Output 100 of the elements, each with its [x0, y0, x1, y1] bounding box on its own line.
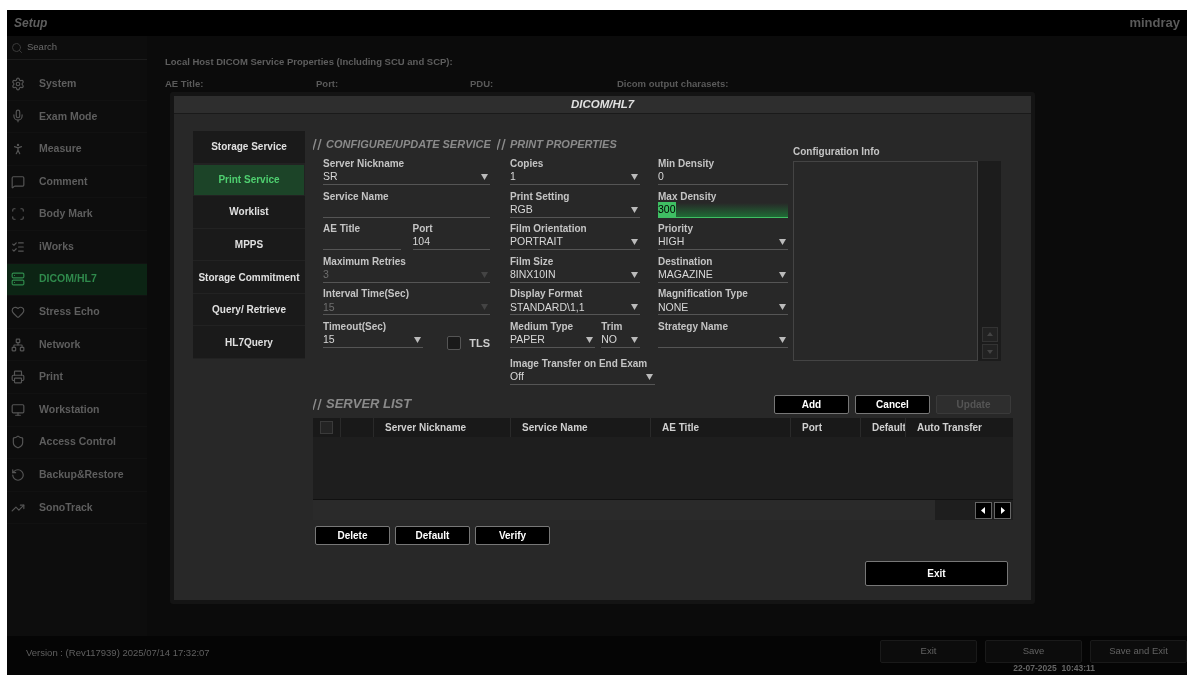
- field-label: Port: [412, 222, 434, 236]
- scan-icon: [11, 207, 25, 222]
- field-label: Min Density: [658, 157, 716, 170]
- caret-icon: [586, 336, 594, 343]
- caret-icon: [779, 336, 786, 343]
- field-label: Interval Time(Sec): [323, 287, 410, 301]
- caret-icon: [631, 271, 638, 278]
- field-label: Print Setting: [510, 189, 571, 203]
- dropdown[interactable]: 8INX10IN: [510, 267, 640, 283]
- section-heading: PRINT PROPERTIES: [510, 136, 617, 152]
- monitor-icon: [11, 402, 25, 417]
- caret-icon: [631, 206, 638, 213]
- field-label: Magnification Type: [658, 287, 749, 301]
- panel-label: Configuration Info: [793, 145, 881, 159]
- column-header: Default: [860, 418, 905, 437]
- dropdown[interactable]: NONE: [658, 300, 788, 316]
- list-icon: [11, 239, 25, 254]
- field-label: Image Transfer on End Exam: [510, 356, 649, 370]
- caret-icon: [481, 271, 488, 278]
- action-button[interactable]: Cancel: [855, 394, 930, 414]
- table-action-button[interactable]: Verify: [475, 526, 550, 545]
- logo: mindray: [1129, 14, 1180, 33]
- dropdown[interactable]: SR: [323, 170, 490, 185]
- input-field[interactable]: 0: [658, 170, 788, 185]
- server-icon: [11, 272, 25, 287]
- column-header: Server Nickname: [373, 418, 510, 437]
- slash-marks-icon: [497, 138, 506, 150]
- field-label: Medium Type: [510, 319, 575, 333]
- caret-icon: [646, 373, 653, 380]
- field-label: Max Density: [658, 189, 718, 203]
- dropdown[interactable]: Off: [510, 369, 655, 385]
- field-label: Server Nickname: [323, 157, 406, 170]
- scroll-right-icon[interactable]: [994, 501, 1011, 519]
- printer-icon: [11, 370, 25, 385]
- table-action-button[interactable]: Default: [395, 526, 470, 545]
- scroll-down-icon[interactable]: [981, 344, 998, 359]
- caret-icon: [631, 336, 638, 343]
- tab[interactable]: Print Service: [193, 163, 305, 197]
- person-icon: [11, 142, 25, 156]
- caret-icon: [414, 336, 422, 343]
- column-header: AE Title: [650, 418, 790, 437]
- scroll-left-icon[interactable]: [975, 501, 992, 519]
- field-label: AE Title: [323, 222, 362, 236]
- dialog-title: DICOM/HL7: [570, 96, 635, 112]
- field-label: Timeout(Sec): [323, 319, 388, 333]
- column-header: Service Name: [510, 418, 650, 437]
- caret-icon: [631, 304, 638, 311]
- field-label: Port:: [316, 77, 340, 92]
- comment-icon: [11, 174, 25, 189]
- field-label: Film Orientation: [510, 222, 588, 236]
- table-action-button[interactable]: Delete: [315, 526, 390, 545]
- tab[interactable]: HL7Query: [193, 326, 305, 360]
- field-label: PDU:: [470, 77, 495, 92]
- field-label: Destination: [658, 254, 714, 268]
- field-label: Film Size: [510, 254, 555, 268]
- caret-icon: [779, 304, 786, 311]
- tab[interactable]: Storage Service: [193, 131, 305, 164]
- input-field[interactable]: 104: [412, 235, 490, 251]
- rotate-icon: [11, 467, 25, 482]
- dropdown[interactable]: MAGAZINE: [658, 267, 788, 283]
- dropdown[interactable]: HIGH: [658, 235, 788, 251]
- checkbox[interactable]: [447, 336, 462, 351]
- datetime-text: 22-07-2025 10:43:11: [1013, 663, 1095, 673]
- field-label: Maximum Retries: [323, 254, 407, 268]
- slash-marks-icon: [313, 138, 322, 150]
- field-label: Service Name: [323, 189, 390, 203]
- tab[interactable]: Query/ Retrieve: [193, 293, 305, 327]
- caret-icon: [481, 174, 488, 180]
- shield-icon: [11, 435, 25, 450]
- dropdown[interactable]: PAPER: [510, 332, 596, 348]
- tab[interactable]: MPPS: [193, 228, 305, 262]
- scroll-up-icon[interactable]: [981, 327, 998, 342]
- column-header: Port: [790, 418, 860, 437]
- caret-icon: [779, 271, 786, 278]
- search-icon: [11, 41, 23, 54]
- caret-icon: [631, 174, 638, 180]
- input-field[interactable]: 300: [658, 202, 788, 218]
- dropdown[interactable]: STANDARD\1,1: [510, 300, 640, 316]
- tab[interactable]: Worklist: [193, 196, 305, 229]
- field-label: Copies: [510, 157, 545, 170]
- field-label: Priority: [658, 222, 694, 236]
- dropdown[interactable]: 15: [323, 332, 424, 348]
- section-heading: SERVER LIST: [326, 395, 412, 414]
- field-label: Dicom output charasets:: [617, 77, 729, 92]
- version-text: Version : (Rev117939) 2025/07/14 17:32:07: [26, 646, 210, 660]
- tab[interactable]: Storage Commitment: [193, 261, 305, 294]
- column-header: Auto Transfer: [905, 418, 1013, 437]
- checkbox-label: TLS: [469, 336, 490, 351]
- action-button[interactable]: Add: [774, 394, 849, 414]
- section-heading: CONFIGURE/UPDATE SERVICE: [326, 136, 491, 152]
- sidebar-item[interactable]: DICOM/HL7: [7, 263, 147, 297]
- dropdown[interactable]: NO: [601, 332, 640, 348]
- dropdown[interactable]: RGB: [510, 202, 640, 218]
- exit-button[interactable]: Exit: [865, 561, 1008, 586]
- checkbox[interactable]: [320, 421, 333, 434]
- window-title: Setup: [14, 15, 48, 32]
- field-label: Trim: [601, 319, 624, 333]
- field-label: AE Title:: [165, 77, 205, 92]
- dropdown[interactable]: 1: [510, 170, 640, 185]
- dropdown[interactable]: PORTRAIT: [510, 235, 640, 251]
